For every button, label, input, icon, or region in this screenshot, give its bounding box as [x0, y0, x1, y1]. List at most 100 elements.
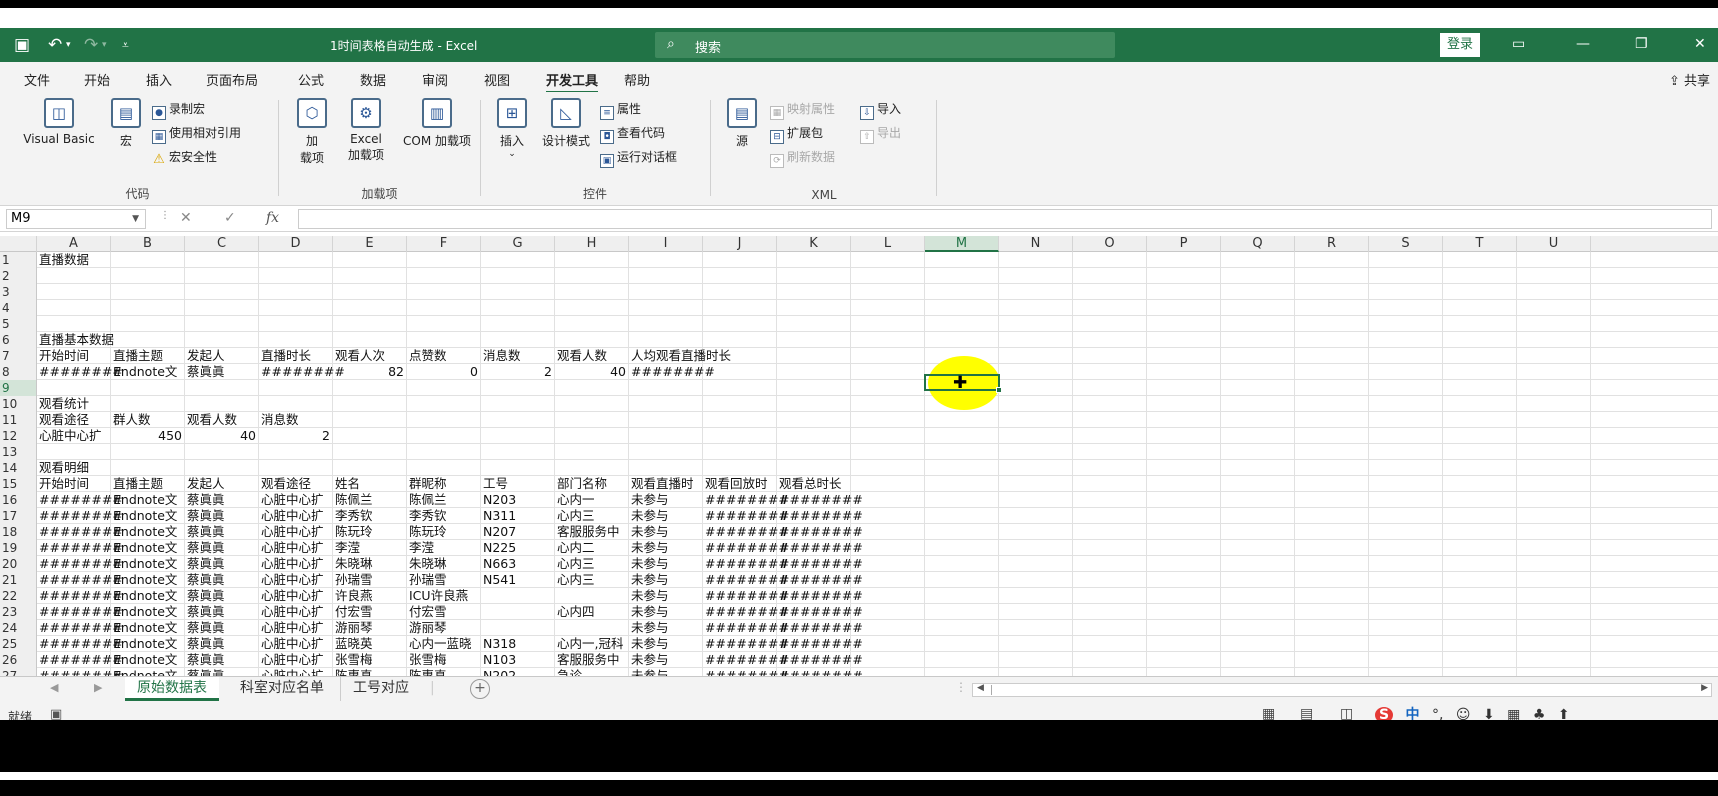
addins-button[interactable]: ⬡ 加 载项: [292, 98, 332, 166]
cell-a25[interactable]: ########: [37, 636, 123, 652]
cell-h17[interactable]: 心内三: [555, 508, 595, 524]
cell-g26[interactable]: N103: [481, 652, 516, 668]
cell-j16[interactable]: ########: [703, 492, 789, 508]
cell-k24[interactable]: ########: [777, 620, 863, 636]
cell-d16[interactable]: 心脏中心扩: [259, 492, 324, 508]
select-all-corner[interactable]: [0, 236, 37, 252]
cell-f19[interactable]: 李滢: [407, 540, 434, 556]
column-header[interactable]: J: [703, 236, 777, 252]
cell-f25[interactable]: 心内一蓝晓: [407, 636, 472, 652]
cell-d11[interactable]: 消息数: [259, 412, 299, 428]
tab-data[interactable]: 数据: [360, 70, 386, 89]
scroll-right-arrow-icon[interactable]: ▶: [1701, 683, 1708, 693]
cell-j24[interactable]: ########: [703, 620, 789, 636]
cell-d25[interactable]: 心脏中心扩: [259, 636, 324, 652]
cell-d21[interactable]: 心脏中心扩: [259, 572, 324, 588]
cell-d26[interactable]: 心脏中心扩: [259, 652, 324, 668]
cell-i7[interactable]: 人均观看直播时长: [629, 348, 731, 364]
cell-i17[interactable]: 未参与: [629, 508, 669, 524]
column-header[interactable]: N: [999, 236, 1073, 252]
cell-j27[interactable]: ########: [703, 668, 789, 676]
row-header[interactable]: 8: [0, 364, 37, 380]
cell-f24[interactable]: 游丽琴: [407, 620, 447, 636]
cell-i27[interactable]: 未参与: [629, 668, 669, 676]
column-header[interactable]: G: [481, 236, 555, 252]
column-header[interactable]: B: [111, 236, 185, 252]
sheet-tab-department-list[interactable]: 科室对应名单: [228, 677, 336, 701]
cell-b11[interactable]: 群人数: [111, 412, 151, 428]
restore-icon[interactable]: ❐: [1635, 36, 1648, 52]
worksheet-grid[interactable]: ABCDEFGHIJKLMNOPQRSTU 1 直播数据 2 3 4 5 6 直播基本数据 7 开…: [0, 236, 1718, 676]
column-header[interactable]: T: [1443, 236, 1517, 252]
cell-j20[interactable]: ########: [703, 556, 789, 572]
row-header[interactable]: 6: [0, 332, 37, 348]
cell-f8[interactable]: 0: [407, 364, 481, 380]
cell-b27[interactable]: Endnote文: [111, 668, 177, 676]
row-header[interactable]: 13: [0, 444, 37, 460]
cell-c7[interactable]: 发起人: [185, 348, 225, 364]
xml-source-button[interactable]: ▤ 源: [722, 98, 762, 149]
cell-i20[interactable]: 未参与: [629, 556, 669, 572]
search-input[interactable]: ⌕ 搜索: [655, 32, 1115, 58]
column-header[interactable]: I: [629, 236, 703, 252]
cell-b22[interactable]: Endnote文: [111, 588, 177, 604]
cell-e23[interactable]: 付宏雪: [333, 604, 373, 620]
cell-f22[interactable]: ICU许良燕: [407, 588, 468, 604]
splitter-handle[interactable]: ⋮: [955, 680, 967, 694]
cell-k19[interactable]: ########: [777, 540, 863, 556]
cell-i25[interactable]: 未参与: [629, 636, 669, 652]
cell-h7[interactable]: 观看人数: [555, 348, 607, 364]
cell-j23[interactable]: ########: [703, 604, 789, 620]
cell-j17[interactable]: ########: [703, 508, 789, 524]
row-header[interactable]: 9: [0, 380, 37, 396]
row-header[interactable]: 3: [0, 284, 37, 300]
cell-a11[interactable]: 观看途径: [37, 412, 89, 428]
cell-c26[interactable]: 蔡眞眞: [185, 652, 225, 668]
scroll-right-icon[interactable]: ▶: [94, 681, 102, 694]
column-header[interactable]: S: [1369, 236, 1443, 252]
cell-c21[interactable]: 蔡眞眞: [185, 572, 225, 588]
ribbon-display-icon[interactable]: ▭: [1512, 36, 1525, 52]
cell-i26[interactable]: 未参与: [629, 652, 669, 668]
row-header[interactable]: 2: [0, 268, 37, 284]
cell-b17[interactable]: Endnote文: [111, 508, 177, 524]
cell-j19[interactable]: ########: [703, 540, 789, 556]
cell-e17[interactable]: 李秀钦: [333, 508, 373, 524]
column-header[interactable]: U: [1517, 236, 1591, 252]
cell-i19[interactable]: 未参与: [629, 540, 669, 556]
row-header[interactable]: 26: [0, 652, 37, 668]
com-addins-button[interactable]: ▥ COM 加载项: [398, 98, 476, 149]
fill-handle[interactable]: [996, 387, 1002, 393]
cell-f27[interactable]: 陈惠真: [407, 668, 447, 676]
row-header[interactable]: 15: [0, 476, 37, 492]
cell-d24[interactable]: 心脏中心扩: [259, 620, 324, 636]
cell-b25[interactable]: Endnote文: [111, 636, 177, 652]
cell-c22[interactable]: 蔡眞眞: [185, 588, 225, 604]
column-header[interactable]: D: [259, 236, 333, 252]
tab-view[interactable]: 视图: [484, 70, 510, 89]
cell-a1[interactable]: 直播数据: [37, 252, 89, 268]
cell-c24[interactable]: 蔡眞眞: [185, 620, 225, 636]
cell-a15[interactable]: 开始时间: [37, 476, 89, 492]
cell-j18[interactable]: ########: [703, 524, 789, 540]
tab-page-layout[interactable]: 页面布局: [206, 70, 258, 89]
cell-d8[interactable]: ########: [259, 364, 345, 380]
cell-k26[interactable]: ########: [777, 652, 863, 668]
cell-a27[interactable]: ########: [37, 668, 123, 676]
cell-i15[interactable]: 观看直播时: [629, 476, 694, 492]
visual-basic-button[interactable]: ◫ Visual Basic: [14, 98, 104, 146]
scroll-left-icon[interactable]: ◀: [50, 681, 58, 694]
view-code-button[interactable]: ◘ 查看代码: [600, 124, 665, 144]
cell-g16[interactable]: N203: [481, 492, 516, 508]
cell-f23[interactable]: 付宏雪: [407, 604, 447, 620]
cell-k16[interactable]: ########: [777, 492, 863, 508]
cell-a8[interactable]: ########: [37, 364, 123, 380]
cell-e19[interactable]: 李滢: [333, 540, 360, 556]
cell-a18[interactable]: ########: [37, 524, 123, 540]
cell-e15[interactable]: 姓名: [333, 476, 360, 492]
row-header[interactable]: 5: [0, 316, 37, 332]
cell-a17[interactable]: ########: [37, 508, 123, 524]
cell-d22[interactable]: 心脏中心扩: [259, 588, 324, 604]
cell-k18[interactable]: ########: [777, 524, 863, 540]
cell-h21[interactable]: 心内三: [555, 572, 595, 588]
